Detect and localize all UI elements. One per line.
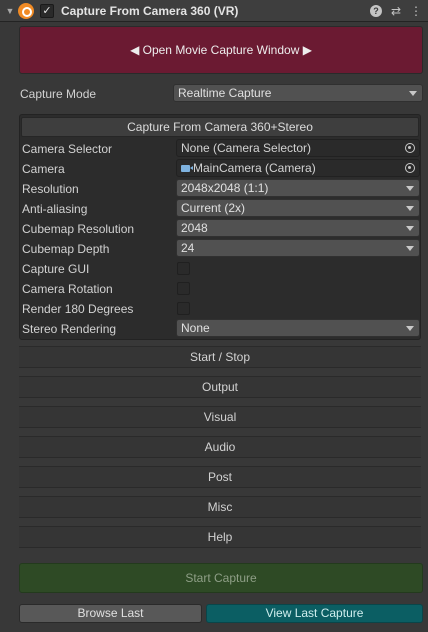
cubemap-depth-label: Cubemap Depth — [22, 242, 110, 256]
dropdown-arrow-icon — [406, 206, 414, 211]
resolution-value: 2048x2048 (1:1) — [181, 181, 269, 195]
section-visual[interactable]: Visual — [19, 406, 421, 428]
object-picker-icon[interactable] — [405, 143, 415, 153]
stereo-rendering-dropdown[interactable]: None — [176, 319, 420, 337]
capture-mode-dropdown[interactable]: Realtime Capture — [173, 84, 423, 102]
cubemap-depth-value: 24 — [181, 241, 195, 255]
view-last-capture-button[interactable]: View Last Capture — [206, 604, 423, 623]
camera-field[interactable]: MainCamera (Camera) — [176, 159, 420, 177]
anti-aliasing-dropdown[interactable]: Current (2x) — [176, 199, 420, 217]
help-icon[interactable]: ? — [370, 5, 382, 17]
camera-selector-field[interactable]: None (Camera Selector) — [176, 139, 420, 157]
anti-aliasing-value: Current (2x) — [181, 201, 246, 215]
browse-last-button[interactable]: Browse Last — [19, 604, 202, 623]
panel-title: Capture From Camera 360+Stereo — [21, 117, 419, 137]
section-post[interactable]: Post — [19, 466, 421, 488]
camera-label: Camera — [22, 162, 65, 176]
camera-icon — [181, 165, 193, 172]
capture-gui-label: Capture GUI — [22, 262, 90, 276]
stereo-rendering-label: Stereo Rendering — [22, 322, 117, 336]
resolution-label: Resolution — [22, 182, 79, 196]
anti-aliasing-label: Anti-aliasing — [22, 202, 88, 216]
component-header[interactable]: ▼ ✓ Capture From Camera 360 (VR) ? ⇄ ⋮ — [0, 0, 428, 22]
dropdown-arrow-icon — [406, 326, 414, 331]
cubemap-resolution-value: 2048 — [181, 221, 208, 235]
header-icons: ? ⇄ ⋮ — [370, 3, 422, 19]
dropdown-arrow-icon — [409, 91, 417, 96]
cubemap-depth-dropdown[interactable]: 24 — [176, 239, 420, 257]
foldout-arrow-icon[interactable]: ▼ — [3, 6, 17, 16]
component-icon — [18, 2, 34, 19]
open-movie-capture-window-button[interactable]: ◀ Open Movie Capture Window ▶ — [19, 26, 423, 74]
camera-value: MainCamera (Camera) — [193, 161, 316, 175]
camera-rotation-label: Camera Rotation — [22, 282, 113, 296]
context-menu-icon[interactable]: ⋮ — [410, 3, 422, 19]
stereo-rendering-value: None — [181, 321, 210, 335]
dropdown-arrow-icon — [406, 246, 414, 251]
capture-mode-value: Realtime Capture — [178, 86, 272, 100]
capture-mode-label: Capture Mode — [20, 87, 97, 101]
section-start-stop[interactable]: Start / Stop — [19, 346, 421, 368]
cubemap-resolution-dropdown[interactable]: 2048 — [176, 219, 420, 237]
dropdown-arrow-icon — [406, 226, 414, 231]
dropdown-arrow-icon — [406, 186, 414, 191]
section-output[interactable]: Output — [19, 376, 421, 398]
camera-selector-label: Camera Selector — [22, 142, 113, 156]
camera-selector-value: None (Camera Selector) — [181, 141, 312, 155]
component-title: Capture From Camera 360 (VR) — [61, 3, 239, 18]
component-enabled-checkbox[interactable]: ✓ — [40, 3, 54, 18]
presets-icon[interactable]: ⇄ — [390, 3, 402, 19]
section-audio[interactable]: Audio — [19, 436, 421, 458]
camera-rotation-checkbox[interactable] — [177, 282, 190, 295]
render-180-degrees-label: Render 180 Degrees — [22, 302, 134, 316]
section-misc[interactable]: Misc — [19, 496, 421, 518]
render-180-degrees-checkbox[interactable] — [177, 302, 190, 315]
object-picker-icon[interactable] — [405, 163, 415, 173]
resolution-dropdown[interactable]: 2048x2048 (1:1) — [176, 179, 420, 197]
section-help[interactable]: Help — [19, 526, 421, 548]
cubemap-resolution-label: Cubemap Resolution — [22, 222, 135, 236]
capture-gui-checkbox[interactable] — [177, 262, 190, 275]
start-capture-button[interactable]: Start Capture — [19, 563, 423, 593]
